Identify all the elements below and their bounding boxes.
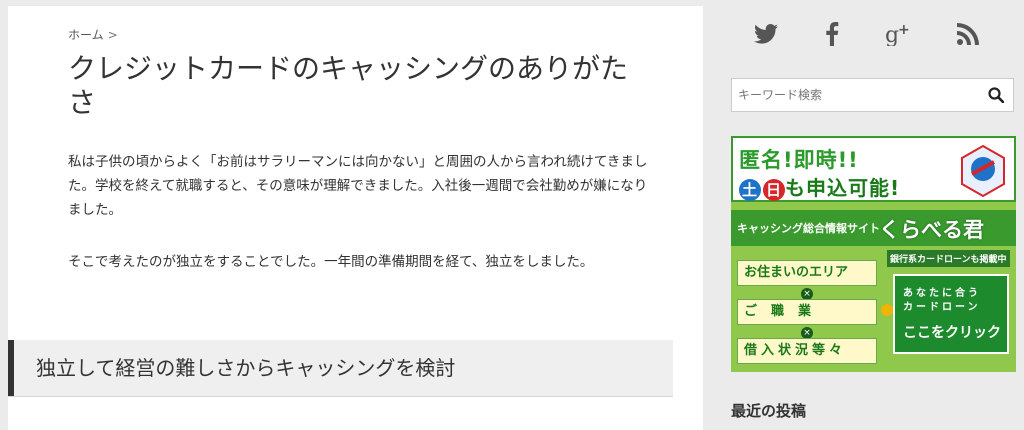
ad-equals-icon: [881, 304, 893, 316]
article-paragraph-1: 私は子供の頃からよく「お前はサラリーマンには向かない」と周囲の人から言われ続けて…: [68, 154, 648, 218]
svg-text:+: +: [898, 22, 910, 38]
ad-headline: 匿名!即時!!: [739, 148, 859, 172]
ad-subheadline: 土日も申込可能!: [739, 172, 900, 201]
ad-cta-line3: ここをクリック: [903, 325, 1001, 341]
ad-note: 銀行系カードローンも掲載中: [887, 250, 1010, 267]
ad-brand-name: くらべる君: [879, 218, 984, 242]
article-paragraph-2: そこで考えたのが独立をすることでした。一年間の準備期間を経て、独立をしました。: [68, 254, 594, 270]
ad-criteria-status: 借入状況等々: [737, 338, 877, 364]
rss-icon[interactable]: [948, 14, 988, 54]
google-plus-icon[interactable]: g +: [880, 14, 920, 54]
ad-cta-line1: あなたに合う: [903, 288, 981, 299]
svg-text:g: g: [885, 23, 899, 46]
ad-cta-line2: カードローン: [903, 302, 981, 313]
search-button[interactable]: [979, 79, 1013, 111]
search-box: [731, 78, 1014, 112]
ad-site-label: キャッシング総合情報サイト: [737, 222, 880, 235]
ad-criteria-area: お住まいのエリア: [737, 260, 877, 286]
search-input[interactable]: [732, 79, 977, 111]
breadcrumb-home-link[interactable]: ホーム: [68, 28, 104, 42]
ad-criteria-job: ご職業: [737, 299, 877, 325]
cardloan-ad-banner[interactable]: 匿名!即時!! 土日も申込可能! キャッシング総合情報サイト くらべる君 銀行系…: [731, 136, 1016, 372]
section-divider: [8, 396, 673, 397]
section-heading: 独立して経営の難しさからキャッシングを検討: [8, 340, 673, 396]
search-icon: [988, 87, 1004, 103]
twitter-icon[interactable]: [746, 14, 786, 54]
ad-header: 匿名!即時!! 土日も申込可能!: [731, 136, 1016, 202]
breadcrumb: ホーム >: [68, 26, 118, 43]
social-links: g +: [712, 14, 1012, 54]
ad-saturday-badge: 土: [739, 179, 761, 201]
page-title: クレジットカードのキャッシングのありがたさ: [68, 52, 629, 119]
recent-posts-title: 最近の投稿: [731, 402, 807, 420]
ad-subheadline-text: も申込可能!: [785, 176, 901, 200]
main-content: ホーム > クレジットカードのキャッシングのありがたさ 私は子供の頃からよく「お前…: [8, 6, 703, 430]
ad-logo-icon: [961, 144, 1005, 198]
breadcrumb-separator: >: [107, 28, 118, 42]
ad-brand-band: キャッシング総合情報サイト くらべる君: [731, 210, 1016, 246]
ad-sunday-badge: 日: [763, 179, 785, 201]
facebook-icon[interactable]: [812, 14, 852, 54]
ad-cta-box[interactable]: あなたに合う カードローン ここをクリック: [893, 274, 1009, 354]
sidebar: g+ 匿名!即時!! 土日も申込可能! キャッシング総合情報サイト くらべる君 …: [712, 0, 1024, 430]
